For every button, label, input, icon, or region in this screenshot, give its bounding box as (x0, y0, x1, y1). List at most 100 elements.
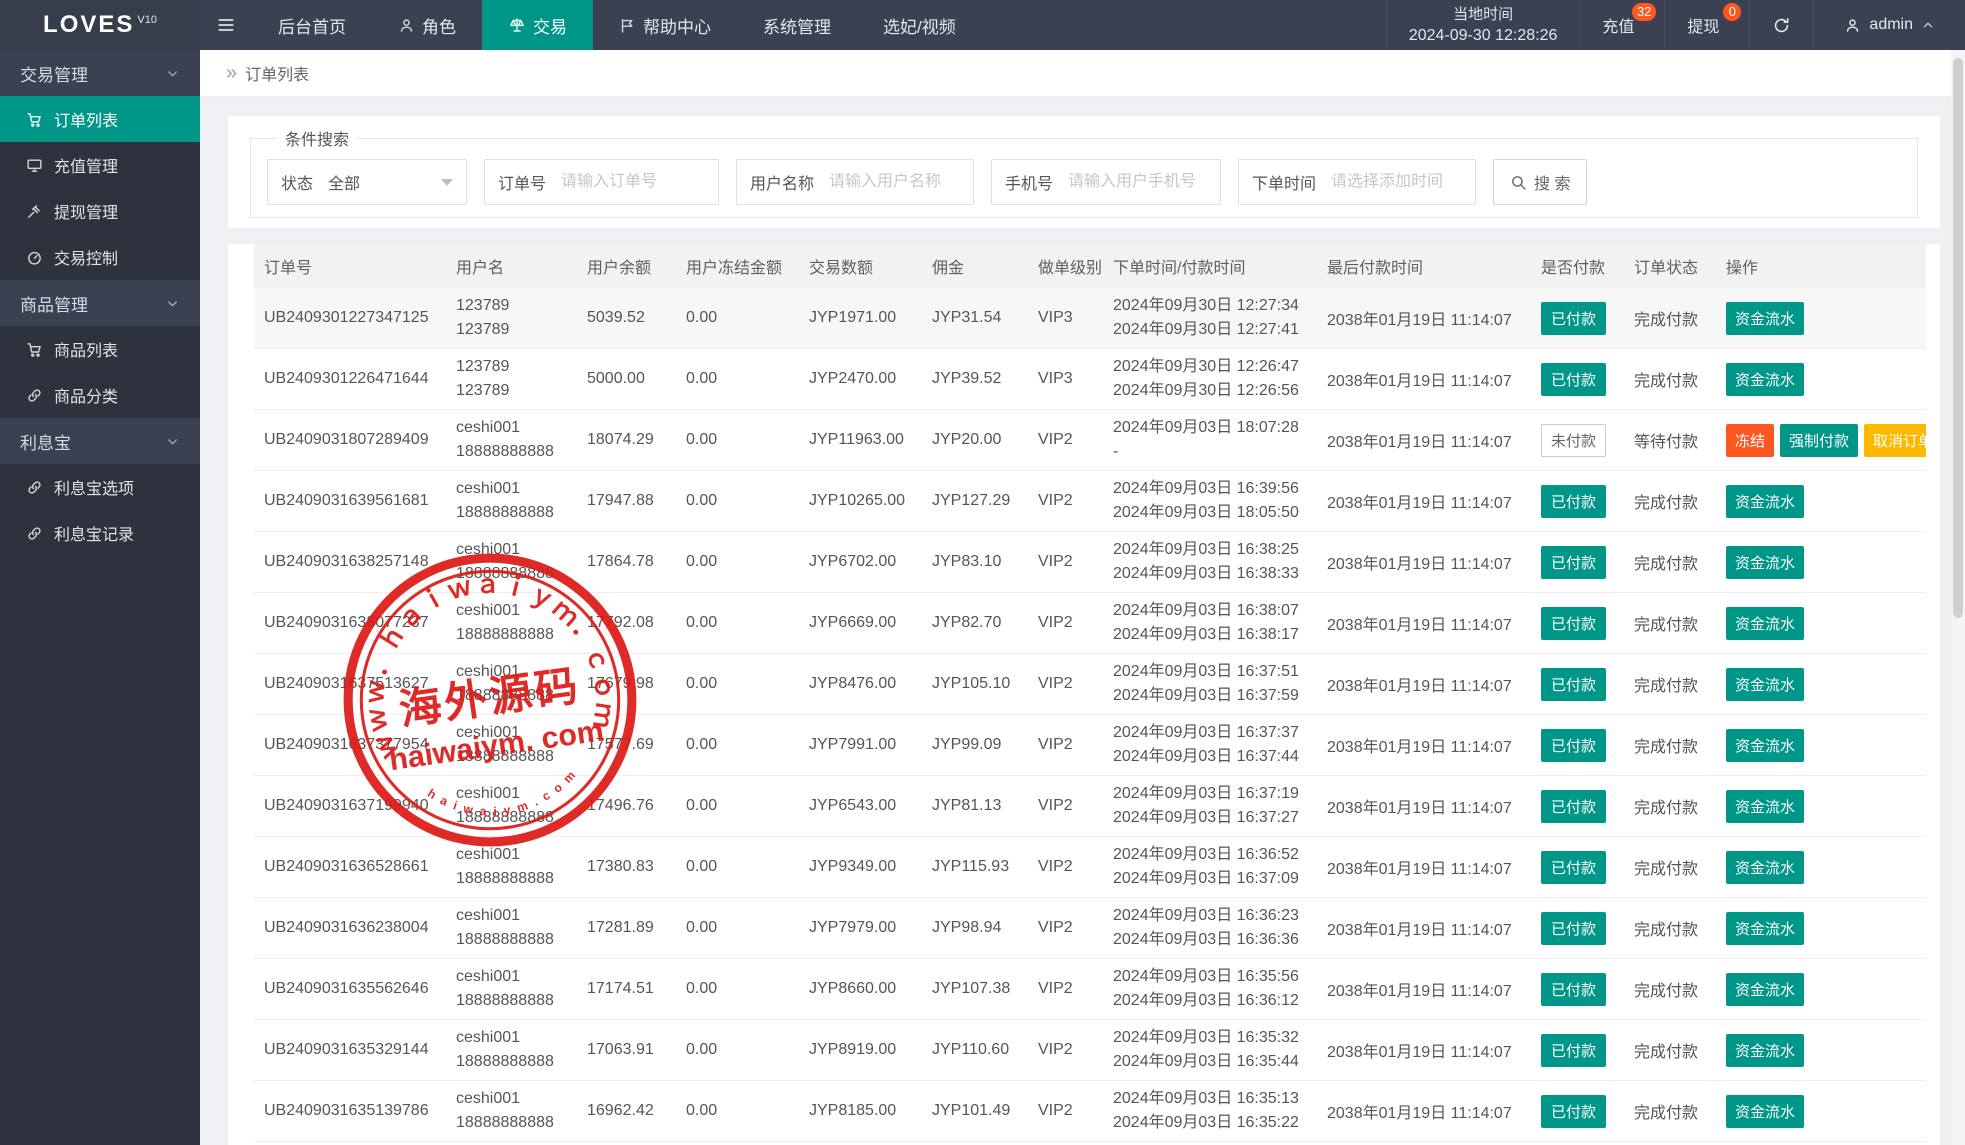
action-button-强制付款[interactable]: 强制付款 (1780, 424, 1858, 457)
scrollbar-track[interactable] (1951, 50, 1965, 1145)
action-button-资金流水[interactable]: 资金流水 (1726, 302, 1804, 335)
order-time-input[interactable] (1329, 173, 1475, 191)
cell-last-pay-time: 2038年01月19日 11:14:07 (1317, 837, 1531, 898)
action-button-取消订单[interactable]: 取消订单 (1864, 424, 1926, 457)
gavel-icon (26, 203, 43, 220)
cell-paid: 已付款 (1531, 593, 1624, 654)
sidebar-item-订单列表[interactable]: 订单列表 (0, 96, 200, 142)
cell-order-pay-time: 2024年09月03日 16:37:372024年09月03日 16:37:44 (1103, 715, 1317, 776)
cell-order-no: UB2409031638257148 (254, 532, 446, 593)
username-input[interactable] (827, 173, 973, 191)
action-button-资金流水[interactable]: 资金流水 (1726, 851, 1804, 884)
cell-actions: 资金流水 (1716, 654, 1926, 715)
topnav-item-5[interactable]: 选妃/视频 (857, 0, 982, 50)
topnav-item-3[interactable]: 帮助中心 (593, 0, 737, 50)
cell-balance: 17679.98 (577, 654, 676, 715)
order-no-input[interactable] (559, 173, 718, 191)
cell-actions: 资金流水 (1716, 715, 1926, 776)
cell-order-status: 等待付款 (1624, 410, 1716, 471)
cell-commission: JYP101.49 (922, 1081, 1028, 1142)
cell-last-pay-time: 2038年01月19日 11:14:07 (1317, 1081, 1531, 1142)
cell-username: ceshi00118888888888 (446, 1081, 577, 1142)
sidebar: 交易管理 订单列表 充值管理 提现管理 交易控制商品管理 商品列表 商品分类利息… (0, 50, 200, 1145)
search-panel: 条件搜索 状态 全部 订单号 用户名称 手机号 下单 (228, 116, 1940, 228)
gauge-icon (26, 249, 43, 266)
withdraw-link[interactable]: 提现 0 (1664, 0, 1749, 50)
sidebar-group-0[interactable]: 交易管理 (0, 50, 200, 96)
cell-order-pay-time: 2024年09月30日 12:27:342024年09月30日 12:27:41 (1103, 288, 1317, 349)
cell-order-pay-time: 2024年09月03日 16:38:072024年09月03日 16:38:17 (1103, 593, 1317, 654)
cell-frozen: 0.00 (676, 410, 799, 471)
action-button-资金流水[interactable]: 资金流水 (1726, 668, 1804, 701)
cell-amount: JYP9349.00 (799, 837, 922, 898)
topnav-item-1[interactable]: 角色 (372, 0, 482, 50)
sidebar-item-利息宝选项[interactable]: 利息宝选项 (0, 464, 200, 510)
sidebar-item-充值管理[interactable]: 充值管理 (0, 142, 200, 188)
table-body: UB24093012273471251237891237895039.520.0… (254, 288, 1926, 1145)
phone-input[interactable] (1066, 173, 1220, 191)
search-button[interactable]: 搜 索 (1493, 159, 1587, 205)
table-row: UB2409031638077237ceshi00118888888888177… (254, 593, 1926, 654)
cell-paid: 已付款 (1531, 288, 1624, 349)
table-header-row: 订单号用户名用户余额用户冻结金额交易数额佣金做单级别下单时间/付款时间最后付款时… (254, 244, 1926, 288)
action-button-资金流水[interactable]: 资金流水 (1726, 363, 1804, 396)
link-icon (26, 387, 43, 404)
scrollbar-thumb[interactable] (1953, 58, 1963, 618)
sidebar-item-商品分类[interactable]: 商品分类 (0, 372, 200, 418)
paid-status-badge: 已付款 (1541, 485, 1606, 518)
cell-order-no: UB2409031636528661 (254, 837, 446, 898)
action-button-资金流水[interactable]: 资金流水 (1726, 790, 1804, 823)
cell-amount: JYP8919.00 (799, 1020, 922, 1081)
column-header: 订单状态 (1624, 244, 1716, 288)
cell-username: ceshi00118888888888 (446, 1142, 577, 1145)
cell-order-no: UB2409301227347125 (254, 288, 446, 349)
cell-order-pay-time: 2024年09月03日 16:35:562024年09月03日 16:36:12 (1103, 959, 1317, 1020)
sidebar-group-2[interactable]: 利息宝 (0, 418, 200, 464)
cell-commission: JYP83.10 (922, 532, 1028, 593)
cell-paid: 已付款 (1531, 959, 1624, 1020)
sidebar-group-1[interactable]: 商品管理 (0, 280, 200, 326)
cell-username: ceshi00118888888888 (446, 837, 577, 898)
topnav-item-0[interactable]: 后台首页 (252, 0, 372, 50)
action-button-冻结[interactable]: 冻结 (1726, 424, 1774, 457)
sidebar-item-交易控制[interactable]: 交易控制 (0, 234, 200, 280)
action-button-资金流水[interactable]: 资金流水 (1726, 729, 1804, 762)
cell-level: VIP2 (1028, 837, 1103, 898)
cart-icon (26, 341, 43, 358)
cell-order-no: UB2409031637199940 (254, 776, 446, 837)
hamburger-icon (216, 15, 236, 35)
topnav-item-label: 帮助中心 (643, 13, 711, 38)
sidebar-item-提现管理[interactable]: 提现管理 (0, 188, 200, 234)
action-button-资金流水[interactable]: 资金流水 (1726, 912, 1804, 945)
cell-username: ceshi00118888888888 (446, 593, 577, 654)
topnav-item-2[interactable]: 交易 (482, 0, 593, 50)
cell-order-status: 完成付款 (1624, 654, 1716, 715)
cell-order-pay-time: 2024年09月03日 16:36:522024年09月03日 16:37:09 (1103, 837, 1317, 898)
cell-frozen: 0.00 (676, 532, 799, 593)
refresh-button[interactable] (1749, 0, 1813, 50)
cell-commission: JYP39.52 (922, 349, 1028, 410)
cell-username: 123789123789 (446, 349, 577, 410)
action-button-资金流水[interactable]: 资金流水 (1726, 1095, 1804, 1128)
sidebar-item-商品列表[interactable]: 商品列表 (0, 326, 200, 372)
action-button-资金流水[interactable]: 资金流水 (1726, 1034, 1804, 1067)
sidebar-item-利息宝记录[interactable]: 利息宝记录 (0, 510, 200, 556)
sidebar-toggle-button[interactable] (200, 0, 252, 50)
cell-last-pay-time: 2038年01月19日 11:14:07 (1317, 410, 1531, 471)
topnav-item-4[interactable]: 系统管理 (737, 0, 857, 50)
sidebar-item-label: 订单列表 (54, 107, 118, 131)
action-button-资金流水[interactable]: 资金流水 (1726, 607, 1804, 640)
action-button-资金流水[interactable]: 资金流水 (1726, 485, 1804, 518)
action-button-资金流水[interactable]: 资金流水 (1726, 973, 1804, 1006)
cell-paid: 已付款 (1531, 471, 1624, 532)
status-select[interactable]: 全部 (326, 170, 466, 194)
table-row: UB2409031635329144ceshi00118888888888170… (254, 1020, 1926, 1081)
cell-username: ceshi00118888888888 (446, 471, 577, 532)
cell-frozen: 0.00 (676, 288, 799, 349)
user-menu[interactable]: admin (1813, 0, 1965, 50)
cart-icon (26, 111, 43, 128)
cell-commission: JYP31.54 (922, 288, 1028, 349)
recharge-link[interactable]: 充值 32 (1579, 0, 1664, 50)
action-button-资金流水[interactable]: 资金流水 (1726, 546, 1804, 579)
cell-order-status: 完成付款 (1624, 1081, 1716, 1142)
